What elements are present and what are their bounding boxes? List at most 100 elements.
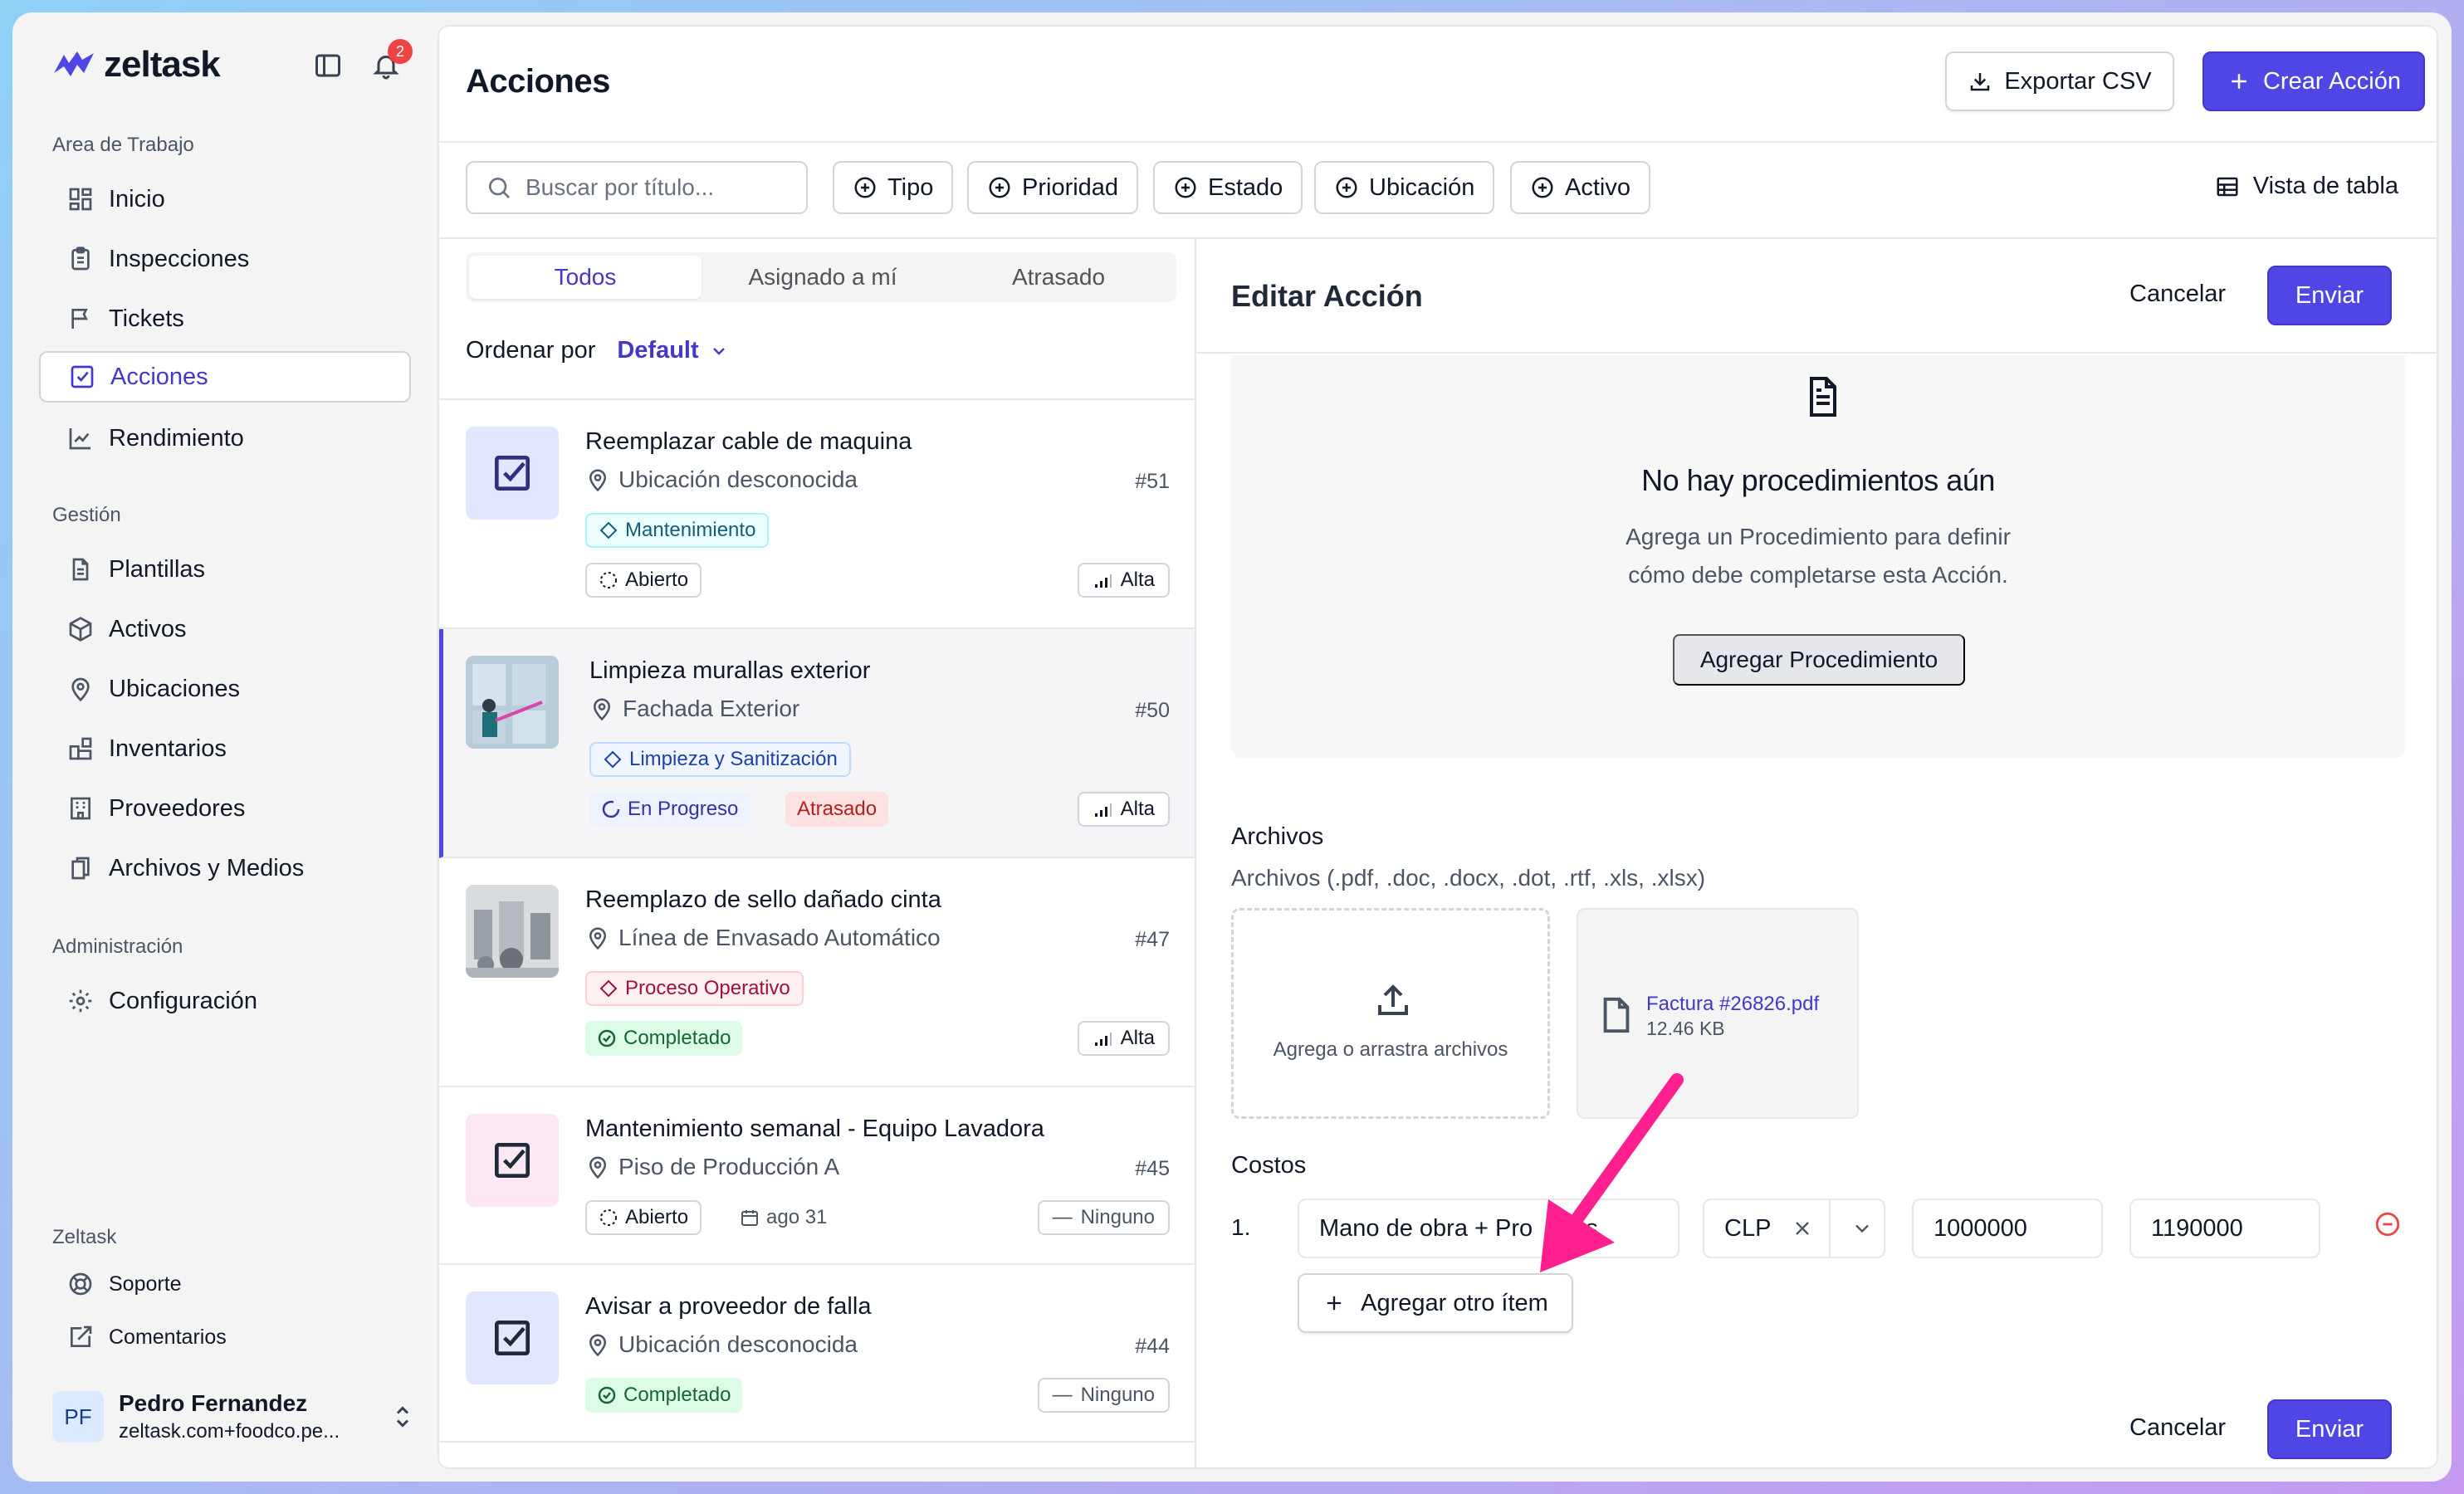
add-cost-item-button[interactable]: Agregar otro ítem: [1298, 1273, 1573, 1333]
section-label-gestion: Gestión: [52, 504, 121, 526]
main-panel: Acciones Exportar CSV Crear Acción Busca…: [438, 25, 2438, 1469]
file-dropzone[interactable]: Agrega o arrastra archivos: [1231, 908, 1550, 1119]
map-pin-icon: [589, 469, 607, 492]
list-item[interactable]: Reemplazar cable de maquina Ubicación de…: [439, 400, 1195, 629]
file-text-icon: [72, 558, 89, 581]
filter-bar: Buscar por título... Tipo Prioridad Esta…: [439, 143, 2437, 239]
section-label-admin: Administración: [52, 935, 183, 958]
filter-chip-estado[interactable]: Estado: [1153, 161, 1303, 214]
dash-icon: —: [1052, 1384, 1073, 1406]
check-circle-icon: [598, 1029, 616, 1047]
action-title: Reemplazo de sello dañado cinta: [585, 886, 941, 913]
tab-asignado[interactable]: Asignado a mí: [705, 252, 941, 302]
plus-icon: [2232, 74, 2246, 89]
add-procedure-button[interactable]: Agregar Procedimiento: [1673, 634, 1965, 686]
sidebar-item-inventarios[interactable]: Inventarios: [39, 723, 411, 774]
filter-chip-ubicacion[interactable]: Ubicación: [1314, 161, 1495, 214]
currency-select[interactable]: CLP: [1703, 1199, 1885, 1258]
app-window: zeltask 2 Area de Trabajo Inicio Inspecc…: [12, 12, 2452, 1482]
circle-dashed-icon: [600, 572, 617, 588]
action-number: #45: [1135, 1157, 1170, 1180]
category-tag: Mantenimiento: [585, 513, 770, 548]
remove-item-icon[interactable]: [2374, 1210, 2402, 1238]
action-title: Mantenimiento semanal - Equipo Lavadora: [585, 1116, 1044, 1142]
sidebar-item-plantillas[interactable]: Plantillas: [39, 544, 411, 595]
sidebar-item-soporte[interactable]: Soporte: [39, 1261, 411, 1307]
editor-header: Editar Acción Cancelar Enviar: [1196, 239, 2437, 354]
files-label: Archivos: [1231, 823, 1324, 850]
list-item-partial[interactable]: [439, 1443, 1195, 1467]
action-thumbnail: [466, 1114, 559, 1207]
category-tag: Limpieza y Sanitización: [589, 742, 851, 777]
attached-file[interactable]: Factura #26826.pdf 12.46 KB: [1577, 908, 1859, 1119]
facade-photo-icon: [466, 656, 559, 749]
file-name[interactable]: Factura #26826.pdf: [1646, 993, 1819, 1016]
user-menu[interactable]: PF Pedro Fernandez zeltask.com+foodco.pe…: [52, 1384, 418, 1450]
files-icon: [71, 857, 90, 880]
building-icon: [71, 797, 90, 820]
filter-chip-tipo[interactable]: Tipo: [833, 161, 954, 214]
list-item-selected[interactable]: Limpieza murallas exterior Fachada Exter…: [439, 629, 1195, 858]
action-thumbnail: [466, 427, 559, 520]
cost-item-name-input[interactable]: Mano de obra + Pro os: [1298, 1199, 1679, 1258]
flag-icon: [71, 309, 88, 329]
priority-badge: — Ninguno: [1037, 1378, 1170, 1413]
list-item[interactable]: Avisar a proveedor de falla Ubicación de…: [439, 1265, 1195, 1443]
document-icon: [1810, 377, 1836, 417]
sidebar-item-activos[interactable]: Activos: [39, 603, 411, 655]
footer-submit-button[interactable]: Enviar: [2267, 1399, 2392, 1459]
sort-dropdown[interactable]: Default: [617, 337, 728, 364]
user-name: Pedro Fernandez: [119, 1390, 308, 1416]
cost-total-input[interactable]: 1190000: [2129, 1199, 2320, 1258]
clear-x-icon[interactable]: [1791, 1217, 1814, 1240]
notifications-bell-icon[interactable]: 2: [371, 39, 413, 81]
sidebar-item-inspecciones[interactable]: Inspecciones: [39, 233, 411, 285]
action-title: Avisar a proveedor de falla: [585, 1293, 872, 1320]
map-pin-icon: [589, 927, 607, 950]
sidebar-item-archivos[interactable]: Archivos y Medios: [39, 842, 411, 894]
sidebar-item-inicio[interactable]: Inicio: [39, 173, 411, 225]
filter-chip-activo[interactable]: Activo: [1510, 161, 1650, 214]
list-item[interactable]: Reemplazo de sello dañado cinta Línea de…: [439, 858, 1195, 1087]
submit-button[interactable]: Enviar: [2267, 266, 2392, 325]
priority-badge: Alta: [1077, 792, 1170, 827]
sort-row: Ordenar por Default: [466, 337, 729, 364]
sort-label: Ordenar por: [466, 337, 596, 364]
status-badge: En Progreso: [589, 792, 750, 827]
logo[interactable]: zeltask: [52, 44, 221, 85]
list-item[interactable]: Mantenimiento semanal - Equipo Lavadora …: [439, 1087, 1195, 1265]
cancel-button[interactable]: Cancelar: [2129, 281, 2226, 308]
table-view-toggle[interactable]: Vista de tabla: [2215, 173, 2398, 200]
due-date: ago 31: [728, 1200, 838, 1235]
machine-photo-icon: [466, 885, 559, 978]
sidebar-item-ubicaciones[interactable]: Ubicaciones: [39, 663, 411, 715]
search-icon: [489, 178, 510, 198]
search-placeholder: Buscar por título...: [526, 174, 715, 200]
priority-badge: Alta: [1077, 1021, 1170, 1056]
signal-bars-icon: [1094, 803, 1112, 817]
dash-icon: —: [1052, 1206, 1073, 1228]
tag-diamond-icon: [604, 750, 622, 769]
sidebar-item-configuracion[interactable]: Configuración: [39, 975, 411, 1027]
cost-amount-input[interactable]: 1000000: [1912, 1199, 2103, 1258]
footer-cancel-button[interactable]: Cancelar: [2129, 1414, 2226, 1442]
sidebar-item-comentarios[interactable]: Comentarios: [39, 1314, 411, 1360]
sidebar: zeltask 2 Area de Trabajo Inicio Inspecc…: [12, 12, 438, 1482]
tab-todos[interactable]: Todos: [469, 256, 702, 299]
sidebar-toggle-icon[interactable]: [313, 51, 343, 81]
tab-atrasado[interactable]: Atrasado: [941, 252, 1176, 302]
action-thumbnail: [466, 1291, 559, 1384]
filter-chip-prioridad[interactable]: Prioridad: [967, 161, 1139, 214]
search-input[interactable]: Buscar por título...: [466, 161, 808, 214]
sidebar-item-rendimiento[interactable]: Rendimiento: [39, 413, 411, 464]
sidebar-item-tickets[interactable]: Tickets: [39, 293, 411, 344]
file-size: 12.46 KB: [1646, 1018, 1725, 1039]
sidebar-item-acciones[interactable]: Acciones: [39, 351, 411, 403]
action-photo-thumbnail: [466, 656, 559, 749]
create-action-button[interactable]: Crear Acción: [2202, 51, 2425, 111]
check-square-icon: [495, 1143, 530, 1178]
action-photo-thumbnail: [466, 885, 559, 978]
sidebar-item-proveedores[interactable]: Proveedores: [39, 783, 411, 834]
export-csv-button[interactable]: Exportar CSV: [1945, 51, 2174, 111]
check-circle-icon: [598, 1386, 616, 1404]
